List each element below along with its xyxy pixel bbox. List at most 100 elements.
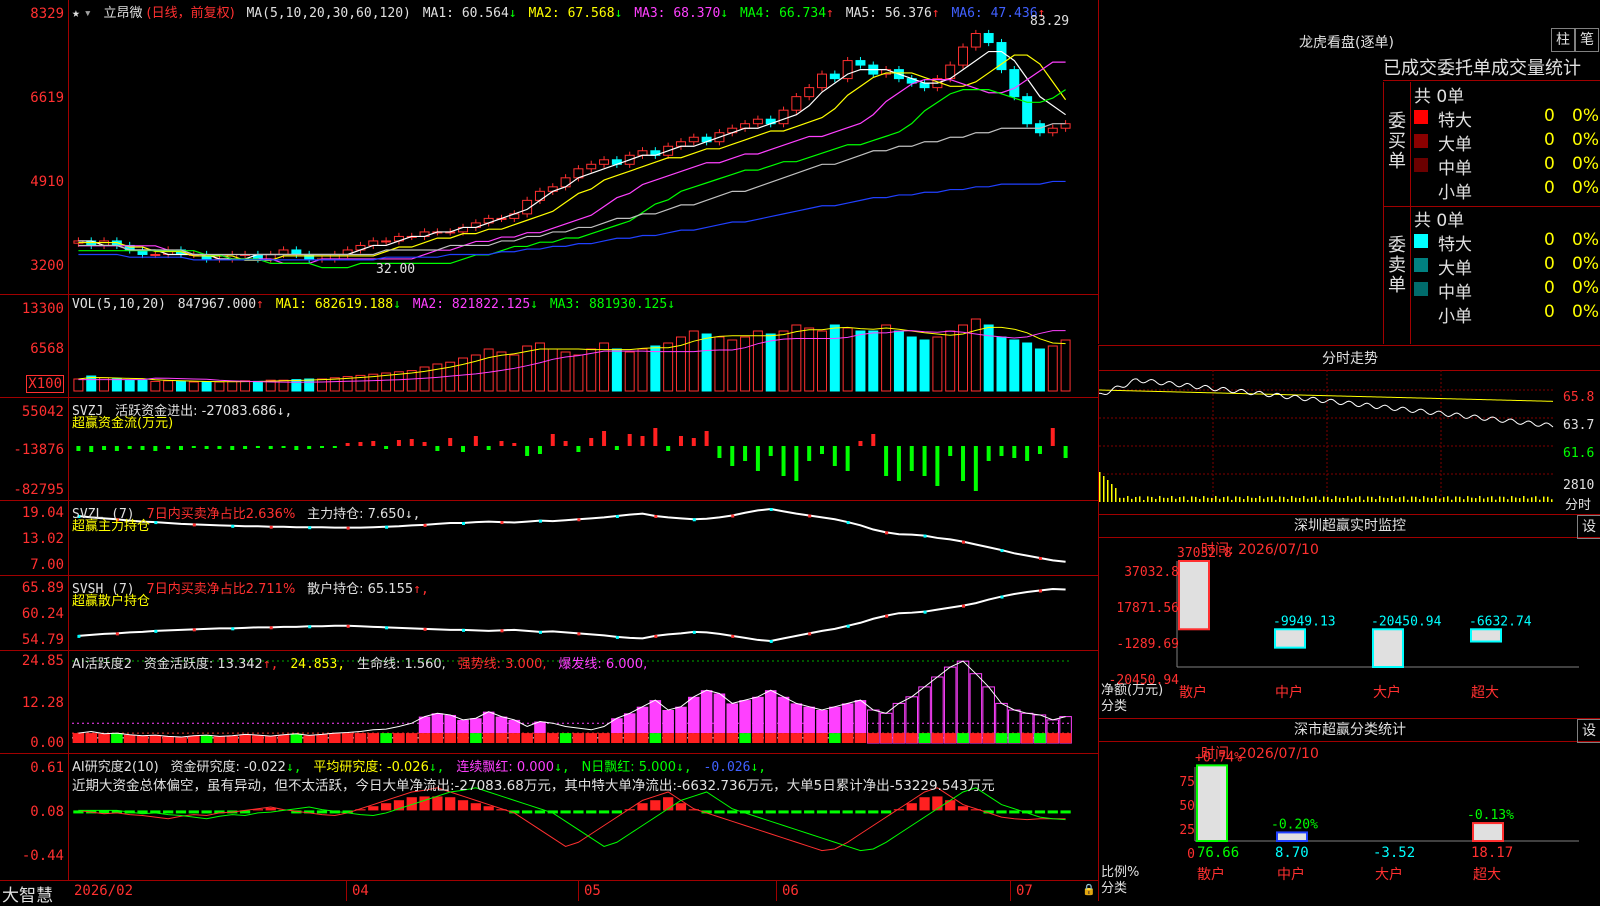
flow-bar	[781, 446, 786, 476]
hold-tick	[308, 526, 312, 530]
volume-bar	[163, 380, 174, 392]
flow-bar	[371, 441, 376, 446]
candle-body	[304, 253, 315, 260]
fenshi-panel[interactable]: 分时走势 65.8 63.7 61.6 2810 分时	[1098, 345, 1600, 514]
activity-base	[188, 735, 200, 743]
tick-mode-button[interactable]: 笔	[1575, 28, 1599, 52]
activity-base	[277, 734, 290, 743]
flow-bar	[178, 446, 183, 450]
fs-vol-bar	[1543, 496, 1545, 502]
ai1-life: 生命线: 1.560,	[356, 657, 446, 672]
activity-base	[252, 735, 264, 743]
fs-vol-bar	[1519, 498, 1521, 502]
lock-icon[interactable]: 🔒	[1082, 883, 1096, 896]
volume-bar	[188, 381, 199, 392]
fs-vol-bar	[1359, 496, 1361, 502]
activity-base	[611, 733, 623, 743]
kline-chart[interactable]	[0, 0, 1098, 294]
hold-tick	[77, 634, 81, 638]
color-swatch	[1414, 182, 1428, 196]
research-bar	[1034, 810, 1046, 814]
flow-bar	[525, 446, 530, 456]
fs-vol-bar	[1111, 484, 1113, 502]
fs-vol-bar	[1123, 497, 1125, 502]
fs-vol-bar	[1191, 496, 1193, 502]
flow-bar	[486, 446, 491, 450]
volume-bar	[714, 336, 725, 392]
flow-bar	[268, 446, 273, 449]
hold-tick	[692, 630, 696, 634]
research-bar	[522, 810, 533, 814]
monitor-panel[interactable]: 深圳超赢实时监控 设 时间: 2026/07/10 37032.8 散户 -9949…	[1098, 514, 1600, 718]
ai2-avg: 平均研究度: -0.026	[313, 760, 429, 775]
activity-base	[636, 733, 649, 743]
research-bar	[765, 810, 776, 814]
svzl-panel[interactable]: 19.04 13.02 7.00 SVZL (7) 7日内买卖净占比2.636%…	[0, 501, 1098, 576]
volume-bar	[868, 330, 879, 392]
ma1-arrow: ↓	[508, 6, 517, 21]
flow-bar	[1050, 428, 1055, 446]
candle-body	[817, 73, 827, 89]
vol-ma1-arrow: ↓	[393, 297, 401, 312]
monitor-bar-label: 37032.8	[1177, 546, 1232, 561]
fenshi-chart[interactable]	[1099, 346, 1600, 514]
x-tick: 04	[352, 883, 369, 899]
svsh-panel[interactable]: 65.89 60.24 54.79 SVSH (7) 7日内买卖净占比2.711…	[0, 576, 1098, 651]
activity-magenta	[444, 714, 456, 734]
bar-mode-button[interactable]: 柱	[1551, 28, 1575, 52]
flow-bar	[191, 446, 196, 448]
period-label[interactable]: (日线，前复权)	[147, 6, 235, 21]
candle-body	[740, 123, 751, 129]
research-bar	[560, 810, 571, 814]
classify-chg: -0.20%	[1271, 817, 1318, 832]
activity-base	[867, 733, 880, 743]
activity-base	[880, 733, 892, 743]
hold-tick	[692, 518, 696, 522]
volume-bar	[624, 351, 635, 392]
activity-base	[200, 735, 213, 743]
vol-ma-line	[78, 326, 1066, 383]
hold-tick	[808, 632, 812, 636]
fs-vol-bar	[1295, 497, 1297, 502]
research-bar	[637, 803, 648, 811]
research-bar	[380, 803, 392, 811]
research-bar	[175, 810, 187, 814]
classify-chart[interactable]: +0.74% 76.66 散户 -0.20% 8.70 中户 -3.52 大户 -0.13% 18…	[1099, 719, 1600, 901]
hold-tick	[769, 639, 773, 643]
sell-label: 委卖单	[1388, 235, 1406, 296]
activity-base	[957, 733, 969, 743]
color-swatch	[1414, 282, 1428, 296]
ai2-arrow4: ↓,	[676, 760, 692, 775]
row-percent: 0%	[1572, 302, 1599, 322]
classify-bar	[1196, 764, 1228, 842]
fs-vol-bar	[1375, 499, 1377, 502]
flow-bar	[499, 441, 504, 446]
ma2-arrow: ↓	[614, 6, 623, 21]
ai-research-panel[interactable]: 0.61 0.08 -0.44 AI研究度2(10) 资金研究度: -0.022…	[0, 754, 1098, 880]
flow-bar	[807, 446, 812, 461]
activity-magenta	[764, 690, 777, 734]
research-bar	[163, 810, 174, 814]
monitor-bar	[1274, 628, 1306, 649]
color-swatch	[1414, 158, 1428, 172]
classify-panel[interactable]: 深市超赢分类统计 设 时间: 2026/07/10 +0.74% 76.66 散户 -…	[1098, 718, 1600, 901]
fs-vol-bar	[1395, 498, 1397, 502]
fs-vol-bar	[1495, 499, 1497, 502]
flow-bar	[294, 446, 299, 450]
fs-vol-bar	[1423, 496, 1425, 502]
hold-tick	[1000, 595, 1004, 599]
fs-vol-bar	[1215, 496, 1217, 502]
classify-value: 18.17	[1471, 845, 1513, 861]
volume-panel[interactable]: 13300 6568 X100 VOL(5,10,20) 847967.000↑…	[0, 295, 1098, 398]
dropdown-icon[interactable]: ▾	[84, 6, 92, 21]
activity-base	[123, 734, 136, 743]
hold-tick	[577, 518, 581, 522]
activity-base	[598, 733, 610, 743]
ai-activity-panel[interactable]: 24.85 12.28 0.00 AI活跃度2 资金活跃度: 13.342↑, …	[0, 651, 1098, 754]
activity-magenta	[803, 706, 815, 734]
star-icon[interactable]: ★	[72, 6, 80, 21]
ai1-value2: 24.853,	[290, 657, 346, 672]
kline-panel[interactable]: 8329 6619 4910 3200 ★ ▾ 立昂微 (日线，前复权) MA(5,…	[0, 0, 1098, 295]
hold-tick	[615, 515, 619, 518]
svzj-panel[interactable]: 55042 -13876 -82795 SVZJ 活跃资金进出: -27083.…	[0, 398, 1098, 501]
